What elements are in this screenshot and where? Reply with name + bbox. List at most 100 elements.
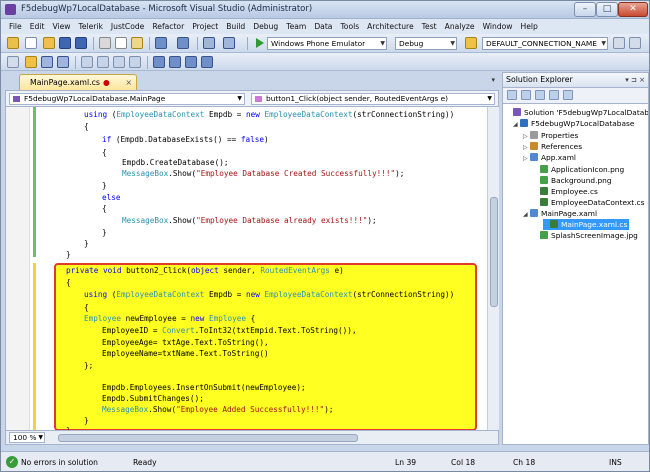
code-line: MessageBox.Show("Employee Database Creat…	[122, 168, 404, 180]
clear-bookmarks-icon[interactable]	[201, 56, 213, 68]
member-select[interactable]: button1_Click(object sender, RoutedEvent…	[251, 93, 495, 105]
redo-icon[interactable]	[177, 37, 189, 49]
menu-item-tools[interactable]: Tools	[336, 22, 363, 31]
tree-item[interactable]: Employee.cs	[533, 186, 598, 197]
menu-item-window[interactable]: Window	[479, 22, 517, 31]
open-file-icon[interactable]	[43, 37, 55, 49]
document-tab-strip: MainPage.xaml.cs ● × ▾	[5, 72, 499, 90]
member-list-icon[interactable]	[25, 56, 37, 68]
start-debugging-icon[interactable]	[256, 38, 264, 48]
class-select-value: F5debugWp7LocalDatabase.MainPage	[24, 94, 166, 103]
menu-item-view[interactable]: View	[48, 22, 74, 31]
tree-item[interactable]: ◢ MainPage.xaml	[523, 208, 597, 219]
configuration-select[interactable]: Debug ▼	[395, 37, 457, 50]
menu-item-architecture[interactable]: Architecture	[363, 22, 418, 31]
menu-item-team[interactable]: Team	[282, 22, 310, 31]
navigate-backward-icon[interactable]	[203, 37, 215, 49]
new-project-icon[interactable]	[7, 37, 19, 49]
menu-item-file[interactable]: File	[5, 22, 26, 31]
find-box[interactable]: DEFAULT_CONNECTION_NAME ▼	[482, 37, 608, 50]
code-editor[interactable]: using (EmployeeDataContext Empdb = new E…	[5, 107, 499, 430]
navigate-forward-icon[interactable]	[223, 37, 235, 49]
error-status[interactable]: No errors in solution	[21, 458, 98, 467]
code-token: EmployeeDataContext	[264, 110, 353, 119]
line-number: Ln 39	[395, 458, 417, 467]
code-text: using (EmployeeDataContext Empdb = new E…	[34, 107, 474, 430]
menu-item-help[interactable]: Help	[517, 22, 542, 31]
tree-item[interactable]: EmployeeDataContext.cs	[533, 197, 644, 208]
refresh-icon[interactable]	[535, 90, 545, 100]
increase-indent-icon[interactable]	[97, 56, 109, 68]
code-token: {	[84, 122, 89, 131]
close-tab-icon[interactable]: ×	[125, 75, 132, 90]
menu-item-edit[interactable]: Edit	[26, 22, 49, 31]
save-icon[interactable]	[59, 37, 71, 49]
copy-icon[interactable]	[115, 37, 127, 49]
parameter-info-icon[interactable]	[41, 56, 53, 68]
editor-horizontal-scrollbar[interactable]: 100 % ▼	[5, 430, 499, 445]
add-item-icon[interactable]	[25, 37, 37, 49]
expander-icon[interactable]: ◢	[513, 119, 520, 130]
tree-item-label: App.xaml	[541, 153, 576, 162]
code-token: "Employee Database already exists!!!"	[196, 216, 368, 225]
menu-item-refactor[interactable]: Refactor	[148, 22, 188, 31]
decrease-indent-icon[interactable]	[81, 56, 93, 68]
tree-item[interactable]: ▷ Properties	[523, 130, 578, 141]
quick-info-icon[interactable]	[57, 56, 69, 68]
tree-item-label: EmployeeDataContext.cs	[551, 198, 645, 207]
view-code-icon[interactable]	[549, 90, 559, 100]
code-token: }	[102, 181, 107, 190]
toolbar-separator	[147, 56, 148, 69]
tree-item[interactable]: ▷ References	[523, 141, 582, 152]
minimize-button[interactable]: –	[574, 2, 596, 17]
menu-item-test[interactable]: Test	[418, 22, 441, 31]
tree-item[interactable]: MainPage.xaml.cs	[543, 219, 630, 230]
properties-button-icon[interactable]	[507, 90, 517, 100]
menu-item-data[interactable]: Data	[310, 22, 336, 31]
scrollbar-thumb[interactable]	[58, 434, 358, 442]
zoom-select[interactable]: 100 % ▼	[9, 432, 45, 443]
menu-item-justcode[interactable]: JustCode	[107, 22, 148, 31]
tree-item[interactable]: ApplicationIcon.png	[533, 164, 624, 175]
class-select[interactable]: F5debugWp7LocalDatabase.MainPage ▼	[9, 93, 245, 105]
bookmark-icon[interactable]	[153, 56, 165, 68]
editor-vertical-scrollbar[interactable]	[487, 107, 499, 430]
save-all-icon[interactable]	[75, 37, 87, 49]
previous-bookmark-icon[interactable]	[169, 56, 181, 68]
next-bookmark-icon[interactable]	[185, 56, 197, 68]
cut-icon[interactable]	[99, 37, 111, 49]
scrollbar-thumb[interactable]	[490, 197, 498, 307]
tree-item[interactable]: SplashScreenImage.jpg	[533, 230, 638, 241]
tab-overflow-icon[interactable]: ▾	[491, 76, 495, 84]
expander-icon[interactable]: ◢	[523, 209, 530, 220]
menu-item-telerik[interactable]: Telerik	[74, 22, 106, 31]
code-token: EmployeeAge= txtAge.Text.ToString(),	[102, 338, 269, 347]
tree-item[interactable]: ◢ F5debugWp7LocalDatabase	[513, 118, 634, 129]
tree-item[interactable]: Solution 'F5debugWp7LocalDatabase'	[506, 107, 648, 118]
menu-item-debug[interactable]: Debug	[249, 22, 282, 31]
tree-item-label: Background.png	[551, 176, 612, 185]
maximize-button[interactable]: □	[596, 2, 618, 17]
menu-item-build[interactable]: Build	[222, 22, 249, 31]
code-token: )	[264, 135, 269, 144]
undo-icon[interactable]	[155, 37, 167, 49]
properties-window-icon[interactable]	[629, 37, 641, 49]
comment-icon[interactable]	[113, 56, 125, 68]
target-device-select[interactable]: Windows Phone Emulator ▼	[267, 37, 387, 50]
paste-icon[interactable]	[131, 37, 143, 49]
solution-explorer-icon[interactable]	[613, 37, 625, 49]
panel-controls[interactable]: ▾ ⊐ ×	[625, 73, 645, 87]
find-in-files-icon[interactable]	[465, 37, 477, 49]
show-all-files-icon[interactable]	[521, 90, 531, 100]
expander-icon[interactable]: ▷	[523, 153, 530, 164]
close-button[interactable]: ✕	[618, 2, 648, 17]
tree-item[interactable]: Background.png	[533, 175, 612, 186]
tab-mainpage-xaml-cs[interactable]: MainPage.xaml.cs ● ×	[19, 74, 137, 90]
tree-item[interactable]: ▷ App.xaml	[523, 152, 576, 163]
chevron-down-icon: ▼	[237, 95, 242, 102]
menu-item-project[interactable]: Project	[188, 22, 222, 31]
menu-item-analyze[interactable]: Analyze	[441, 22, 479, 31]
uncomment-icon[interactable]	[129, 56, 141, 68]
method-icon	[255, 96, 262, 102]
view-designer-icon[interactable]	[563, 90, 573, 100]
